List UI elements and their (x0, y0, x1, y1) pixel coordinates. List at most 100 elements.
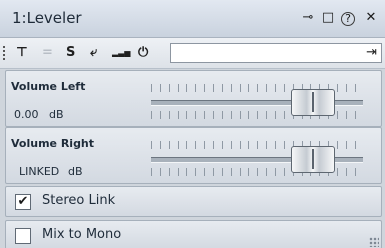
tick-mark (354, 84, 356, 92)
mix-to-mono-label: Mix to Mono (42, 227, 122, 242)
tick-mark (177, 168, 179, 176)
tick-mark (337, 168, 339, 176)
tick-mark (168, 84, 170, 92)
tick-mark (159, 84, 161, 92)
tick-mark (221, 111, 223, 119)
top-align-icon[interactable]: ⊤ (16, 44, 28, 62)
close-icon[interactable]: ✕ (363, 10, 379, 26)
tick-mark (177, 84, 179, 92)
tick-mark (266, 168, 268, 176)
tick-mark (221, 168, 223, 176)
tick-mark (283, 141, 285, 149)
s-icon[interactable]: S (66, 44, 75, 62)
volume-left-slider-thumb[interactable] (291, 89, 335, 116)
preset-menu-icon[interactable]: ⇥ (366, 44, 377, 62)
tick-mark (151, 84, 152, 92)
stereo-link-checkbox[interactable]: ✔ (15, 194, 31, 210)
tick-mark (337, 141, 339, 149)
return-icon[interactable]: ⤶ (90, 44, 97, 62)
tick-mark (213, 168, 215, 176)
tick-mark (195, 84, 197, 92)
volume-left-unit: dB (49, 108, 64, 121)
tick-mark (221, 84, 223, 92)
tick-mark (354, 168, 356, 176)
tick-mark (151, 168, 152, 176)
tick-mark (354, 141, 356, 149)
tick-mark (248, 111, 250, 119)
volume-left-value: 0.00 (14, 108, 39, 121)
tick-mark (159, 141, 161, 149)
tick-mark (230, 84, 232, 92)
tick-mark (213, 141, 215, 149)
tick-mark (257, 168, 259, 176)
tick-mark (266, 141, 268, 149)
tick-mark (204, 141, 206, 149)
preset-combo[interactable]: ⇥ (170, 43, 382, 63)
tick-mark (239, 84, 241, 92)
meter-icon[interactable]: ▂▃▅ (112, 44, 130, 62)
toolbar: ⊤ = S ⤶ ▂▃▅ ⏻ ⇥ (0, 38, 385, 69)
stereo-link-label: Stereo Link (42, 193, 116, 208)
power-icon[interactable]: ⏻ (138, 44, 148, 62)
tick-mark (168, 168, 170, 176)
tick-mark (337, 84, 339, 92)
volume-right-panel: Volume Right LINKED dB (5, 127, 382, 184)
tick-mark (257, 141, 259, 149)
tick-mark (195, 111, 197, 119)
tick-mark (345, 111, 347, 119)
tick-mark (204, 111, 206, 119)
tick-mark (257, 84, 259, 92)
tick-mark (248, 84, 250, 92)
tick-mark (186, 168, 188, 176)
tick-mark (168, 111, 170, 119)
tick-mark (204, 168, 206, 176)
tick-mark (283, 168, 285, 176)
volume-right-slider-thumb[interactable] (291, 146, 335, 173)
volume-right-value: LINKED (19, 165, 60, 178)
tick-mark (204, 84, 206, 92)
volume-left-label: Volume Left (11, 80, 86, 93)
resize-grip-icon[interactable] (369, 237, 379, 247)
tick-mark (186, 111, 188, 119)
tick-mark (239, 168, 241, 176)
window-title: 1:Leveler (12, 9, 82, 27)
tick-mark (275, 141, 277, 149)
mix-to-mono-checkbox[interactable] (15, 228, 31, 244)
tick-mark (354, 111, 356, 119)
tick-mark (266, 84, 268, 92)
tick-mark (186, 141, 188, 149)
mix-to-mono-row[interactable]: Mix to Mono (5, 220, 382, 248)
tick-mark (230, 111, 232, 119)
equal-icon[interactable]: = (42, 44, 53, 62)
pin-icon[interactable]: ⊸ (300, 10, 316, 26)
stereo-link-row[interactable]: ✔ Stereo Link (5, 186, 382, 217)
leveler-window: 1:Leveler ⊸ □ ? ✕ ⊤ = S ⤶ ▂▃▅ ⏻ ⇥ Volume… (0, 0, 385, 248)
tick-mark (275, 84, 277, 92)
tick-mark (283, 111, 285, 119)
tick-mark (345, 141, 347, 149)
tick-mark (177, 111, 179, 119)
tick-mark (213, 111, 215, 119)
volume-left-panel: Volume Left 0.00 dB (5, 70, 382, 127)
tick-mark (221, 141, 223, 149)
tick-mark (239, 111, 241, 119)
help-icon[interactable]: ? (341, 12, 355, 26)
tick-mark (266, 111, 268, 119)
toolbar-grip[interactable] (3, 46, 7, 60)
tick-mark (159, 111, 161, 119)
tick-mark (177, 141, 179, 149)
tick-mark (151, 111, 152, 119)
tick-mark (151, 141, 152, 149)
tick-mark (257, 111, 259, 119)
volume-right-label: Volume Right (11, 137, 95, 150)
tick-mark (213, 84, 215, 92)
tick-mark (195, 141, 197, 149)
tick-mark (345, 168, 347, 176)
tick-mark (248, 141, 250, 149)
volume-right-unit: dB (68, 165, 83, 178)
tick-mark (230, 141, 232, 149)
restore-icon[interactable]: □ (320, 10, 336, 26)
tick-mark (168, 141, 170, 149)
tick-mark (186, 84, 188, 92)
title-bar[interactable]: 1:Leveler ⊸ □ ? ✕ (0, 0, 385, 38)
